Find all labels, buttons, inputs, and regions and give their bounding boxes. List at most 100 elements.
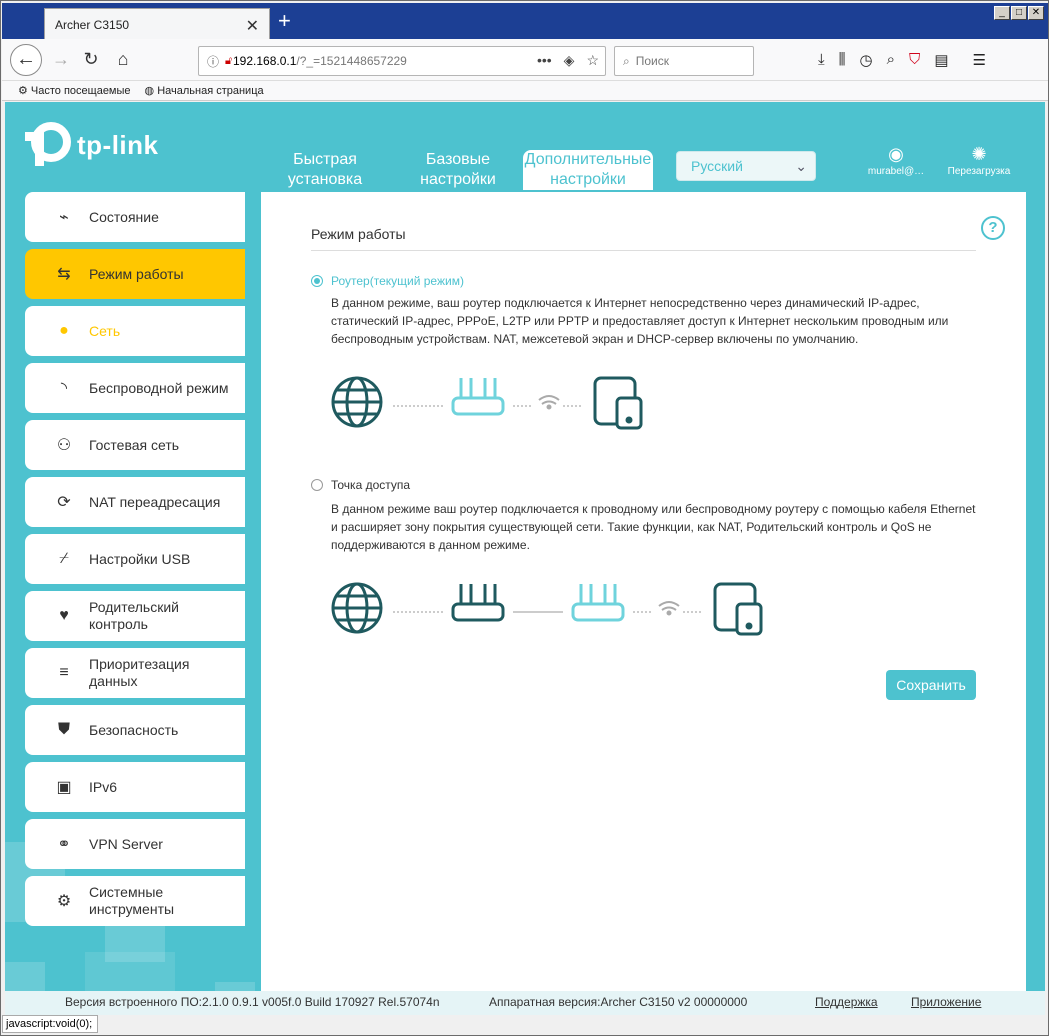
router-page: tp-link Быстрая установка Базовые настро… — [5, 102, 1045, 1015]
hardware-version: Аппаратная версия:Archer C3150 v2 000000… — [489, 995, 748, 1009]
url-host: 192.168.0.1 — [233, 54, 297, 68]
mode-router-label: Роутер(текущий режим) — [331, 274, 464, 288]
adblock-shield-icon[interactable]: ⛉ — [909, 51, 920, 69]
close-tab-icon[interactable]: ✕ — [246, 16, 259, 36]
internet-globe-icon — [331, 376, 383, 428]
sidebar-item-network[interactable]: ● Сеть — [25, 306, 245, 356]
sidebar-item-security[interactable]: ⛊ Безопасность — [25, 705, 245, 755]
sidebar-item-qos[interactable]: ≡ Приоритезация данных — [25, 648, 245, 698]
pulse-icon: ⌁ — [59, 209, 69, 226]
tab-title: Archer C3150 — [55, 18, 130, 32]
ap-mode-diagram — [331, 582, 763, 636]
reboot-icon: ✺ — [971, 144, 987, 164]
logo-text: tp-link — [77, 129, 159, 160]
access-point-icon — [571, 584, 625, 622]
sidebar-item-system-tools[interactable]: ⚙ Системные инструменты — [25, 876, 245, 926]
tab-advanced[interactable]: Дополнительные настройки — [523, 150, 653, 190]
search-input[interactable]: ⌕ Поиск — [614, 46, 754, 76]
bookmark-home-page[interactable]: ◍ Начальная страница — [145, 84, 264, 97]
zoom-icon[interactable]: ⌕ — [887, 51, 895, 69]
bookmark-star-icon[interactable]: ☆ — [586, 52, 599, 69]
bookmark-most-visited[interactable]: ⚙ Часто посещаемые — [18, 84, 131, 97]
main-panel: Режим работы ? Роутер(текущий режим) В д… — [261, 192, 1026, 1015]
back-button[interactable]: ← — [10, 44, 42, 76]
radio-selected-icon — [311, 275, 323, 287]
library-icon[interactable]: ⫼ — [839, 51, 846, 69]
new-tab-button[interactable]: + — [278, 10, 291, 32]
status-bar: javascript:void(0); — [2, 1015, 98, 1033]
app-link[interactable]: Приложение — [911, 995, 981, 1009]
user-label: murabel@… — [867, 166, 925, 177]
reboot-button[interactable]: ✺ Перезагрузка — [939, 142, 1019, 177]
sidebar-toggle-icon[interactable]: ▤ — [934, 51, 948, 69]
sidebar-item-operation-mode[interactable]: ⇆ Режим работы — [25, 249, 245, 299]
mode-ap-description: В данном режиме ваш роутер подключается … — [331, 502, 976, 552]
sidebar-item-status[interactable]: ⌁ Состояние — [25, 192, 245, 242]
footer: Версия встроенного ПО:2.1.0 0.9.1 v005f.… — [5, 991, 1045, 1015]
support-link[interactable]: Поддержка — [815, 995, 878, 1009]
wifi-signal-icon — [658, 601, 680, 616]
radio-unselected-icon — [311, 479, 323, 491]
ipv6-icon: ▣ — [56, 779, 72, 796]
devices-icon — [713, 582, 763, 636]
tp-link-logo[interactable]: tp-link — [25, 122, 159, 168]
router-icon — [451, 378, 505, 416]
chevron-down-icon: ⌄ — [795, 158, 807, 174]
reboot-label: Перезагрузка — [947, 166, 1011, 177]
browser-tab[interactable]: Archer C3150 ✕ — [44, 8, 270, 41]
sidebar-item-wireless[interactable]: ◝ Беспроводной режим — [25, 363, 245, 413]
search-placeholder: Поиск — [635, 54, 669, 68]
info-icon[interactable]: ⓘ — [207, 53, 219, 70]
forward-button[interactable]: → — [48, 47, 74, 71]
wifi-icon: ◝ — [60, 380, 68, 397]
family-icon: ♥ — [59, 607, 69, 624]
page-actions-icon[interactable]: ••• — [537, 52, 552, 69]
firmware-version: Версия встроенного ПО:2.1.0 0.9.1 v005f.… — [65, 995, 440, 1009]
tab-strip: Archer C3150 ✕ + _ □ ✕ — [2, 3, 1048, 41]
download-icon[interactable]: ⤓ — [818, 51, 825, 69]
mode-ap-label: Точка доступа — [331, 478, 411, 492]
help-icon[interactable]: ? — [981, 216, 1005, 240]
language-select[interactable]: Русский ⌄ — [676, 151, 816, 181]
mode-router-radio[interactable]: Роутер(текущий режим) — [311, 274, 464, 288]
mode-ap-radio[interactable]: Точка доступа — [311, 478, 410, 492]
minimize-button[interactable]: _ — [994, 6, 1010, 20]
sidebar-item-guest[interactable]: ⚇ Гостевая сеть — [25, 420, 245, 470]
close-window-button[interactable]: ✕ — [1028, 6, 1044, 20]
maximize-button[interactable]: □ — [1011, 6, 1027, 20]
url-bar[interactable]: ⓘ 🔓︎ 192.168.0.1/?_=1521448657229 ••• ◈ … — [198, 46, 606, 76]
sidebar-item-nat[interactable]: ⟳ NAT переадресация — [25, 477, 245, 527]
tab-basic[interactable]: Базовые настройки — [403, 150, 513, 190]
page-title: Режим работы — [311, 226, 976, 251]
bookmarks-bar: ⚙ Часто посещаемые ◍ Начальная страница — [2, 81, 1048, 101]
history-icon[interactable]: ◷ — [860, 51, 873, 69]
tp-link-logo-icon — [25, 122, 71, 166]
wifi-signal-icon — [538, 395, 560, 410]
tab-quick-setup[interactable]: Быстрая установка — [275, 150, 375, 190]
toolbar-icons: ⤓ ⫼ ◷ ⌕ ⛉ ▤ ☰ — [818, 51, 986, 69]
user-account[interactable]: ◉ murabel@… — [861, 142, 931, 177]
link-icon: ⚭ — [57, 836, 71, 853]
save-button[interactable]: Сохранить — [886, 670, 976, 700]
pocket-icon[interactable]: ◈ — [564, 52, 575, 69]
home-button[interactable]: ⌂ — [110, 47, 136, 71]
insecure-lock-icon: 🔓︎ — [225, 54, 233, 67]
sidebar-item-parental[interactable]: ♥ Родительский контроль — [25, 591, 245, 641]
usb-icon: ⌿ — [59, 550, 69, 567]
menu-icon[interactable]: ☰ — [973, 51, 986, 69]
reload-button[interactable]: ↻ — [78, 47, 104, 71]
nat-icon: ⟳ — [57, 494, 71, 511]
mode-router-description: В данном режиме, ваш роутер подключается… — [331, 296, 949, 346]
window-controls: _ □ ✕ — [994, 6, 1044, 20]
sidebar-item-vpn[interactable]: ⚭ VPN Server — [25, 819, 245, 869]
nav-bar: ← → ↻ ⌂ ⓘ 🔓︎ 192.168.0.1/?_=152144865722… — [2, 39, 1048, 81]
main-router-icon — [451, 584, 505, 622]
shield-icon: ⛊ — [57, 721, 70, 738]
globe-icon: ● — [59, 322, 69, 339]
sidebar-item-usb[interactable]: ⌿ Настройки USB — [25, 534, 245, 584]
browser-window: Archer C3150 ✕ + _ □ ✕ ← → ↻ ⌂ ⓘ 🔓︎ 192.… — [0, 0, 1049, 1036]
url-path: /?_=1521448657229 — [296, 54, 407, 68]
users-icon: ⚇ — [56, 437, 72, 454]
sidebar-item-ipv6[interactable]: ▣ IPv6 — [25, 762, 245, 812]
swap-icon: ⇆ — [57, 266, 71, 283]
